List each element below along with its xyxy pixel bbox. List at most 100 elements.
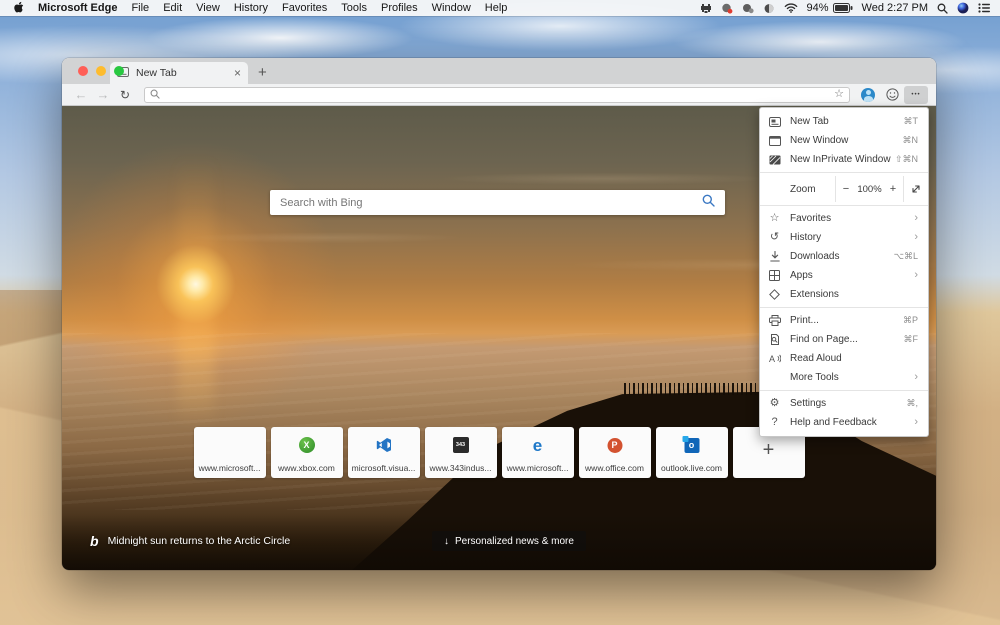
tile-outlook[interactable]: o outlook.live.com (655, 427, 728, 478)
menu-item-label: Favorites (790, 213, 832, 224)
tile-office[interactable]: P www.office.com (578, 427, 651, 478)
reload-icon[interactable]: ↻ (114, 89, 136, 101)
menubar-item-history[interactable]: History (234, 2, 268, 14)
menu-item-label: New Tab (790, 116, 829, 127)
menu-divider (760, 205, 928, 206)
chevron-right-icon: › (914, 212, 918, 224)
apple-menu-icon[interactable] (14, 1, 24, 16)
menu-item-extensions[interactable]: Extensions (760, 285, 928, 304)
menubar-item-window[interactable]: Window (432, 2, 471, 14)
tile-label: www.343indus... (429, 463, 492, 473)
powerpoint-logo-icon: P (607, 436, 622, 454)
ellipsis-icon: ••• (911, 91, 921, 98)
news-button-label: Personalized news & more (455, 535, 574, 547)
chevron-right-icon: › (914, 371, 918, 383)
menu-item-read-aloud[interactable]: A Read Aloud (760, 349, 928, 368)
menubar-item-profiles[interactable]: Profiles (381, 2, 418, 14)
menubar-clock[interactable]: Wed 2:27 PM (862, 2, 928, 14)
menubar-item-file[interactable]: File (131, 2, 149, 14)
forward-icon[interactable]: → (92, 88, 114, 101)
tile-xbox[interactable]: X www.xbox.com (270, 427, 343, 478)
siri-icon[interactable] (957, 2, 969, 14)
menu-item-downloads[interactable]: Downloads ⌥⌘L (760, 247, 928, 266)
menubar-app-name[interactable]: Microsoft Edge (38, 2, 117, 14)
status-wifi-icon[interactable] (784, 3, 798, 13)
status-app-icon-1[interactable] (700, 3, 712, 14)
tile-label: www.microsoft... (506, 463, 569, 473)
menu-item-print[interactable]: Print... ⌘P (760, 311, 928, 330)
new-tab-button[interactable]: + (258, 64, 267, 84)
spotlight-icon[interactable] (937, 3, 948, 14)
new-tab-icon (768, 116, 781, 127)
chevron-right-icon: › (914, 269, 918, 281)
bing-search-box[interactable] (270, 190, 725, 215)
tile-microsoft-edge[interactable]: e www.microsoft... (501, 427, 574, 478)
zoom-out-button[interactable]: − (836, 183, 856, 195)
tab-close-icon[interactable]: × (234, 67, 241, 79)
menu-item-apps[interactable]: Apps › (760, 266, 928, 285)
menu-item-new-tab[interactable]: New Tab ⌘T (760, 112, 928, 131)
menubar-item-help[interactable]: Help (485, 2, 508, 14)
menu-item-label: Help and Feedback (790, 417, 877, 428)
menu-item-shortcut: ⇧⌘N (894, 154, 918, 164)
menubar-item-edit[interactable]: Edit (163, 2, 182, 14)
zoom-level-value: 100% (857, 183, 882, 195)
profile-avatar (861, 87, 875, 102)
bing-caption-text: Midnight sun returns to the Arctic Circl… (107, 535, 291, 547)
address-input[interactable] (165, 87, 835, 102)
menu-divider (760, 307, 928, 308)
tab-new-tab[interactable]: New Tab × (110, 62, 248, 84)
tile-visual-studio[interactable]: microsoft.visua... (347, 427, 420, 478)
menu-item-history[interactable]: ↺ History › (760, 228, 928, 247)
menu-item-help-and-feedback[interactable]: ? Help and Feedback › (760, 413, 928, 432)
menu-item-shortcut: ⌘P (902, 315, 918, 325)
status-app-icon-2[interactable] (721, 3, 733, 14)
edge-logo-icon: e (532, 435, 543, 455)
menu-item-more-tools[interactable]: More Tools › (760, 368, 928, 387)
back-icon[interactable]: ← (70, 88, 92, 101)
menubar-item-view[interactable]: View (196, 2, 220, 14)
menubar-item-tools[interactable]: Tools (341, 2, 367, 14)
tile-label: www.microsoft... (198, 463, 261, 473)
menu-item-shortcut: ⌘, (906, 398, 918, 408)
menu-item-label: New InPrivate Window (790, 154, 891, 165)
macos-menu-bar: Microsoft Edge File Edit View History Fa… (0, 0, 1000, 16)
tab-title: New Tab (136, 67, 177, 79)
help-icon: ? (771, 416, 778, 428)
profile-button[interactable] (856, 86, 880, 104)
tile-343-industries[interactable]: 343 www.343indus... (424, 427, 497, 478)
personalized-news-button[interactable]: ↓ Personalized news & more (432, 531, 586, 551)
status-app-icon-3[interactable] (742, 3, 754, 14)
toolbar: ← → ↻ ☆ ••• (62, 84, 936, 106)
menu-item-settings[interactable]: ⚙ Settings ⌘, (760, 394, 928, 413)
battery-icon[interactable] (832, 3, 853, 13)
close-window-button[interactable] (78, 66, 88, 76)
settings-and-more-button[interactable]: ••• (904, 85, 928, 104)
menu-item-new-inprivate-window[interactable]: New InPrivate Window ⇧⌘N (760, 150, 928, 169)
fullscreen-icon[interactable] (904, 184, 928, 194)
new-window-icon (768, 135, 781, 146)
feedback-smiley-button[interactable] (880, 86, 904, 104)
menu-item-favorites[interactable]: ☆ Favorites › (760, 209, 928, 228)
maximize-window-button[interactable] (114, 66, 124, 76)
address-bar[interactable]: ☆ (144, 86, 850, 103)
status-globe-icon[interactable] (763, 3, 775, 14)
plus-icon: + (762, 438, 775, 461)
edge-settings-menu: New Tab ⌘T New Window ⌘N New InPrivate W… (759, 107, 929, 437)
menu-item-label: More Tools (790, 372, 839, 383)
read-aloud-icon: A (768, 353, 781, 364)
zoom-label: Zoom (790, 183, 816, 195)
menu-item-new-window[interactable]: New Window ⌘N (760, 131, 928, 150)
menu-item-find-on-page[interactable]: Find on Page... ⌘F (760, 330, 928, 349)
tile-microsoft[interactable]: www.microsoft... (193, 427, 266, 478)
minimize-window-button[interactable] (96, 66, 106, 76)
favorites-star-icon[interactable]: ☆ (834, 89, 844, 100)
notification-center-icon[interactable] (978, 3, 990, 13)
343-logo-icon: 343 (452, 436, 469, 454)
xbox-logo-icon: X (298, 436, 315, 454)
zoom-in-button[interactable]: + (883, 183, 903, 195)
chevron-right-icon: › (914, 231, 918, 243)
bing-search-icon[interactable] (702, 194, 715, 212)
bing-search-input[interactable] (280, 196, 702, 209)
menubar-item-favorites[interactable]: Favorites (282, 2, 327, 14)
